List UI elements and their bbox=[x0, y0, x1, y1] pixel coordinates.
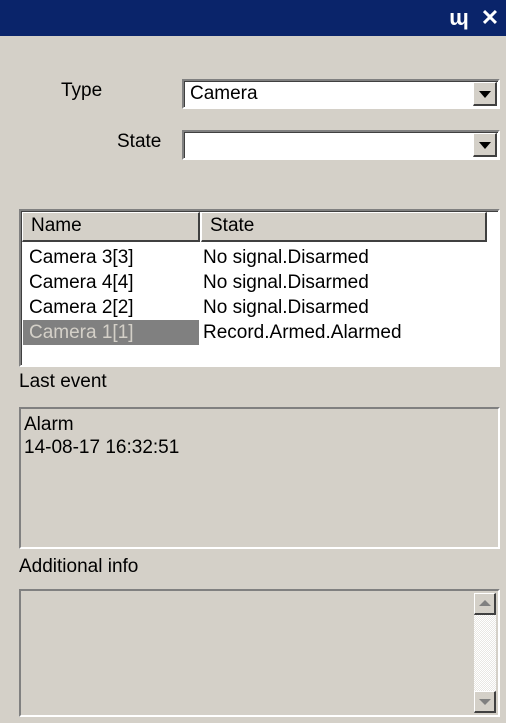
state-select[interactable] bbox=[182, 130, 500, 160]
row-name: Camera 4[4] bbox=[29, 272, 134, 293]
chevron-down-icon[interactable] bbox=[473, 82, 497, 106]
column-header-state[interactable]: State bbox=[201, 212, 487, 242]
type-select-value: Camera bbox=[190, 83, 258, 104]
last-event-time: 14-08-17 16:32:51 bbox=[24, 437, 180, 458]
chevron-down-icon[interactable] bbox=[473, 133, 497, 157]
row-name: Camera 2[2] bbox=[29, 297, 134, 318]
scroll-up-icon[interactable] bbox=[474, 593, 496, 615]
last-event-type: Alarm bbox=[24, 414, 74, 435]
type-select[interactable]: Camera bbox=[182, 79, 500, 109]
row-state: No signal.Disarmed bbox=[203, 297, 369, 318]
table-row[interactable]: Camera 2[2] No signal.Disarmed bbox=[23, 295, 499, 320]
additional-info-label: Additional info bbox=[19, 556, 139, 577]
table-row-selected[interactable]: Camera 1[1] Record.Armed.Alarmed bbox=[23, 320, 499, 345]
scroll-down-icon[interactable] bbox=[474, 691, 496, 713]
panel-titlebar: ɰ ✕ bbox=[0, 0, 506, 36]
row-state: No signal.Disarmed bbox=[203, 247, 369, 268]
state-label: State bbox=[117, 131, 162, 152]
table-row[interactable]: Camera 4[4] No signal.Disarmed bbox=[23, 270, 499, 295]
close-icon[interactable]: ✕ bbox=[479, 5, 501, 31]
row-name: Camera 1[1] bbox=[23, 320, 199, 345]
table-row[interactable]: Camera 3[3] No signal.Disarmed bbox=[23, 245, 499, 270]
additional-info-panel bbox=[19, 589, 500, 717]
objects-list[interactable]: Name State Camera 3[3] No signal.Disarme… bbox=[19, 209, 500, 367]
last-event-label: Last event bbox=[19, 371, 107, 392]
row-state: No signal.Disarmed bbox=[203, 272, 369, 293]
row-name: Camera 3[3] bbox=[29, 247, 134, 268]
row-state: Record.Armed.Alarmed bbox=[203, 322, 402, 343]
pin-icon[interactable]: ɰ bbox=[448, 5, 470, 31]
column-header-name[interactable]: Name bbox=[22, 212, 200, 242]
type-label: Type bbox=[61, 80, 103, 101]
vertical-scrollbar[interactable] bbox=[474, 593, 496, 713]
last-event-panel: Alarm 14-08-17 16:32:51 bbox=[19, 407, 500, 549]
